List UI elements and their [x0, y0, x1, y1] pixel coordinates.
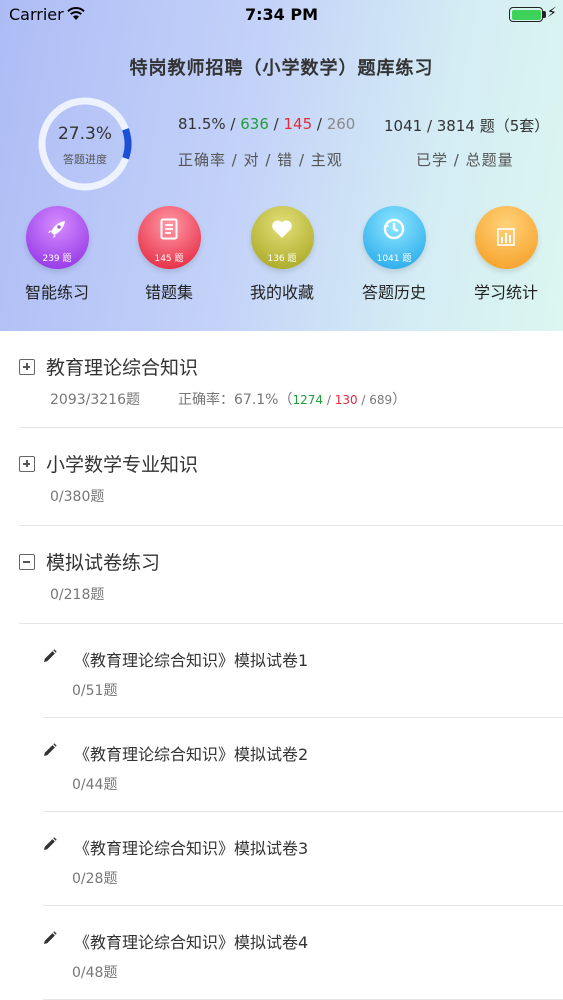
accuracy-value: 81.5%	[178, 115, 226, 133]
section-title: 教育理论综合知识	[46, 357, 199, 379]
section-progress: 2093/3216题	[50, 392, 140, 408]
mock-paper-row[interactable]: 《教育理论综合知识》模拟试卷2 0/44题	[0, 718, 563, 812]
battery-tip	[543, 11, 546, 18]
feature-label: 答题历史	[361, 283, 426, 302]
subjective-count: 260	[326, 115, 356, 133]
feature-label: 我的收藏	[249, 283, 314, 302]
section-mock-exams[interactable]: 模拟试卷练习 0/218题	[0, 526, 563, 624]
learned-total: 1041 / 3814 题（5套）	[384, 117, 550, 135]
feature-count: 239 题	[42, 254, 72, 264]
accuracy-correct: 1274	[292, 393, 324, 407]
progress-label: 答题进度	[63, 153, 107, 166]
answer-history-badge: 1041 题	[362, 206, 426, 269]
paper-title: 《教育理论综合知识》模拟试卷3	[74, 839, 309, 858]
section-title: 模拟试卷练习	[46, 552, 161, 574]
document-icon	[138, 216, 201, 242]
feature-label: 智能练习	[24, 283, 89, 302]
feature-label: 学习统计	[473, 283, 538, 302]
paper-title: 《教育理论综合知识》模拟试卷4	[74, 933, 309, 952]
favorites-badge: 136 题	[250, 206, 314, 269]
section-progress: 0/380题	[50, 489, 105, 505]
section-progress: 0/218题	[50, 587, 105, 603]
feature-count: 136 题	[267, 254, 297, 264]
history-icon	[363, 216, 426, 242]
mock-paper-row[interactable]: 《教育理论综合知识》模拟试卷4 0/48题	[0, 906, 563, 1000]
smart-practice-button[interactable]: 239 题 智能练习	[16, 206, 98, 303]
progress-ring-arc	[38, 97, 132, 191]
progress-ring	[38, 97, 132, 191]
mock-paper-row[interactable]: 《教育理论综合知识》模拟试卷3 0/28题	[0, 812, 563, 906]
dashboard-header: Carrier 7:34 PM ⚡ 特岗教师招聘（小学数学）题库练习 27.3%…	[0, 0, 563, 331]
feature-count: 145 题	[154, 254, 184, 264]
correct-count: 636	[240, 115, 269, 133]
wrong-questions-button[interactable]: 145 题 错题集	[128, 206, 210, 303]
section-accuracy: 正确率：67.1%（1274 / 130 / 689）	[178, 392, 407, 408]
bar-chart-icon	[475, 224, 538, 250]
accuracy-close: ）	[392, 392, 407, 408]
feature-label: 错题集	[144, 283, 193, 302]
pencil-icon	[44, 931, 57, 944]
paper-count: 0/44题	[72, 777, 118, 793]
expand-icon[interactable]	[19, 359, 35, 375]
study-stats-badge	[474, 206, 538, 269]
expand-icon[interactable]	[19, 456, 35, 472]
charging-icon: ⚡	[547, 5, 557, 21]
status-bar: Carrier 7:34 PM ⚡	[0, 0, 563, 30]
accuracy-subjective: 689	[369, 393, 393, 407]
wrong-count: 145	[283, 115, 313, 133]
paper-title: 《教育理论综合知识》模拟试卷1	[74, 651, 309, 670]
paper-count: 0/28题	[72, 871, 118, 887]
favorites-button[interactable]: 136 题 我的收藏	[241, 206, 323, 303]
feature-count: 1041 题	[376, 254, 412, 264]
study-stats-button[interactable]: 学习统计	[465, 206, 547, 303]
page-title: 特岗教师招聘（小学数学）题库练习	[129, 58, 434, 79]
stats-caption: 正确率 / 对 / 错 / 主观	[178, 151, 343, 169]
pencil-icon	[44, 837, 57, 850]
paper-count: 0/51题	[72, 683, 118, 699]
rocket-icon	[26, 216, 89, 242]
pencil-icon	[44, 743, 57, 756]
section-title: 小学数学专业知识	[46, 454, 199, 476]
answer-history-button[interactable]: 1041 题 答题历史	[353, 206, 435, 303]
smart-practice-badge: 239 题	[25, 206, 89, 269]
wrong-questions-badge: 145 题	[137, 206, 201, 269]
section-education-theory[interactable]: 教育理论综合知识 2093/3216题 正确率：67.1%（1274 / 130…	[0, 331, 563, 428]
heart-icon	[251, 216, 314, 242]
paper-count: 0/48题	[72, 965, 118, 981]
stats-values: 81.5% / 636 / 145 / 260	[178, 115, 356, 133]
accuracy-wrong: 130	[334, 393, 358, 407]
progress-percent: 27.3%	[57, 124, 112, 144]
paper-title: 《教育理论综合知识》模拟试卷2	[74, 745, 309, 764]
learned-caption: 已学 / 总题量	[416, 151, 514, 169]
mock-paper-row[interactable]: 《教育理论综合知识》模拟试卷1 0/51题	[0, 624, 563, 718]
accuracy-label: 正确率：67.1%（	[178, 392, 293, 408]
collapse-icon[interactable]	[19, 554, 35, 570]
battery-icon	[509, 7, 543, 22]
clock: 7:34 PM	[244, 5, 318, 24]
section-math-knowledge[interactable]: 小学数学专业知识 0/380题	[0, 428, 563, 526]
pencil-icon	[44, 649, 57, 662]
